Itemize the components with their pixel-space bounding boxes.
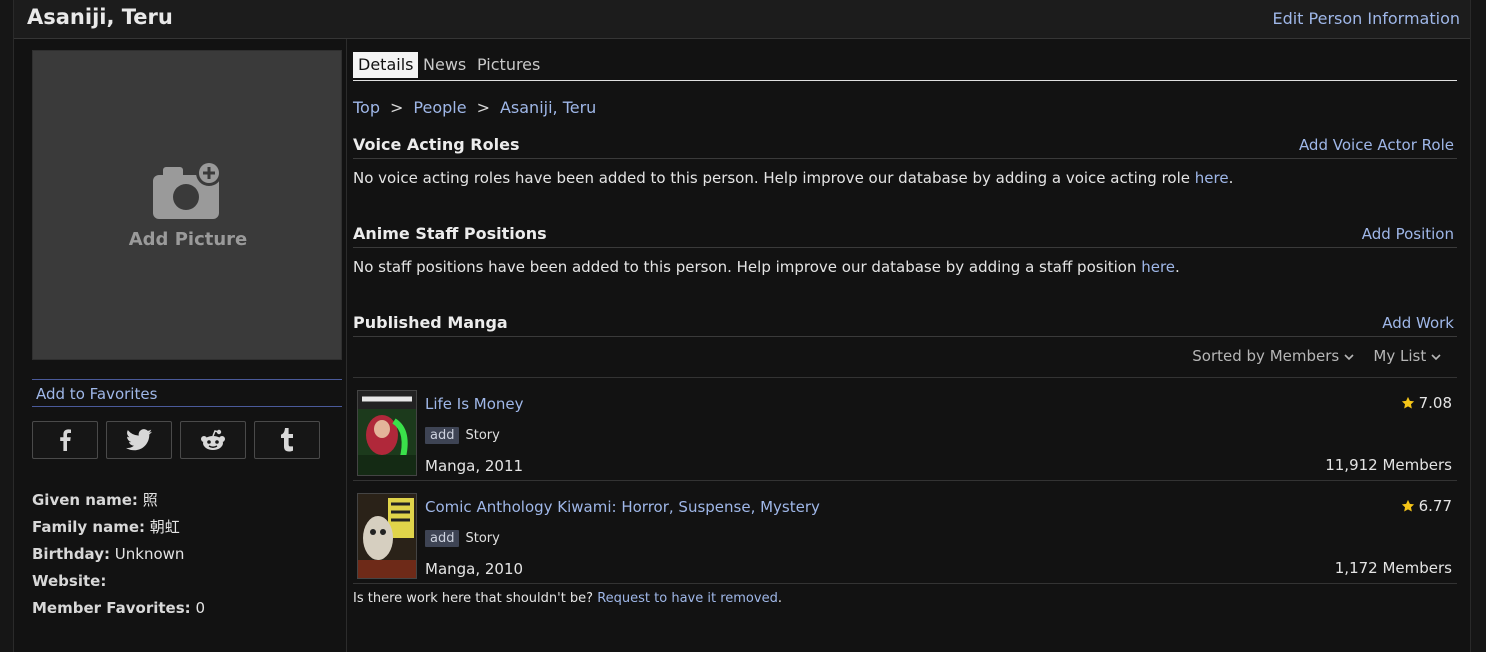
breadcrumb-top[interactable]: Top — [353, 98, 380, 117]
manga-title-link[interactable]: Life Is Money — [425, 395, 524, 413]
page-frame: Asaniji, Teru Edit Person Information Ad… — [13, 0, 1471, 652]
breadcrumb-people[interactable]: People — [413, 98, 466, 117]
breadcrumb-current[interactable]: Asaniji, Teru — [500, 98, 596, 117]
edit-person-link[interactable]: Edit Person Information — [1272, 9, 1460, 28]
staff-section-header: Anime Staff Positions Add Position — [353, 221, 1457, 248]
camera-add-icon — [153, 161, 222, 219]
voice-here-link[interactable]: here — [1195, 169, 1229, 187]
person-info: Given name: 照 Family name: 朝虹 Birthday: … — [32, 487, 342, 622]
add-to-list-button[interactable]: add — [425, 530, 460, 547]
manga-members: 11,912 Members — [1325, 456, 1452, 474]
add-picture-button[interactable]: Add Picture — [32, 50, 342, 360]
info-member-favorites: Member Favorites: 0 — [32, 599, 205, 617]
star-icon — [1401, 499, 1414, 512]
add-to-list-button[interactable]: add — [425, 427, 460, 444]
sort-dropdown[interactable]: Sorted by Members — [1192, 347, 1354, 365]
tab-pictures[interactable]: Pictures — [477, 52, 540, 78]
share-buttons — [32, 421, 342, 459]
tab-news[interactable]: News — [423, 52, 466, 78]
info-website: Website: — [32, 572, 107, 590]
staff-here-link[interactable]: here — [1141, 258, 1175, 276]
facebook-icon — [60, 429, 71, 451]
manga-score: 7.08 — [1401, 394, 1452, 412]
info-given-name: Given name: 照 — [32, 491, 158, 509]
voice-section-header: Voice Acting Roles Add Voice Actor Role — [353, 132, 1457, 159]
twitter-icon — [126, 429, 152, 451]
favorites-row: Add to Favorites — [32, 379, 342, 407]
cover-art — [358, 391, 416, 475]
reddit-icon — [201, 429, 225, 450]
manga-score: 6.77 — [1401, 497, 1452, 515]
manga-tags: add Story — [425, 427, 500, 444]
request-removal-link[interactable]: Request to have it removed — [597, 591, 778, 606]
sidebar: Add Picture Add to Favorites Given name:… — [32, 50, 342, 622]
tumblr-icon — [281, 428, 293, 452]
info-family-name: Family name: 朝虹 — [32, 518, 180, 536]
add-to-favorites-link[interactable]: Add to Favorites — [36, 385, 157, 403]
page-header: Asaniji, Teru Edit Person Information — [14, 0, 1470, 39]
add-position-link[interactable]: Add Position — [1362, 225, 1454, 243]
tumblr-share-button[interactable] — [254, 421, 320, 459]
add-picture-label: Add Picture — [128, 229, 248, 250]
manga-type-year: Manga, 2011 — [425, 457, 524, 475]
column-divider — [346, 39, 347, 652]
author-role: Story — [465, 428, 500, 443]
manga-sort-bar: Sorted by Members My List — [353, 337, 1457, 378]
manga-list-item: Comic Anthology Kiwami: Horror, Suspense… — [353, 481, 1457, 584]
manga-section-header: Published Manga Add Work — [353, 310, 1457, 337]
breadcrumb-separator: > — [476, 98, 490, 117]
manga-cover-image[interactable] — [357, 493, 417, 579]
chevron-down-icon — [1431, 354, 1441, 361]
facebook-share-button[interactable] — [32, 421, 98, 459]
author-role: Story — [465, 531, 500, 546]
reddit-share-button[interactable] — [180, 421, 246, 459]
info-birthday: Birthday: Unknown — [32, 545, 185, 563]
chevron-down-icon — [1344, 354, 1354, 361]
add-voice-role-link[interactable]: Add Voice Actor Role — [1299, 136, 1454, 154]
breadcrumb: Top > People > Asaniji, Teru — [353, 98, 1457, 120]
tab-details[interactable]: Details — [353, 52, 419, 78]
star-icon — [1401, 396, 1414, 409]
removal-request-note: Is there work here that shouldn't be? Re… — [353, 591, 782, 606]
page-title: Asaniji, Teru — [27, 5, 173, 29]
cover-art — [358, 494, 416, 578]
manga-cover-image[interactable] — [357, 390, 417, 476]
manga-list-item: Life Is Money add Story Manga, 2011 7.08… — [353, 378, 1457, 481]
breadcrumb-separator: > — [390, 98, 404, 117]
add-work-link[interactable]: Add Work — [1382, 314, 1454, 332]
manga-title-link[interactable]: Comic Anthology Kiwami: Horror, Suspense… — [425, 498, 820, 516]
staff-section-title: Anime Staff Positions — [353, 224, 547, 243]
manga-tags: add Story — [425, 530, 500, 547]
main-content: Details News Pictures Top > People > Asaniji… — [353, 50, 1457, 606]
voice-section-title: Voice Acting Roles — [353, 135, 520, 154]
twitter-share-button[interactable] — [106, 421, 172, 459]
manga-section-title: Published Manga — [353, 313, 508, 332]
my-list-dropdown[interactable]: My List — [1373, 347, 1441, 365]
staff-empty-message: No staff positions have been added to th… — [353, 258, 1180, 276]
manga-members: 1,172 Members — [1334, 559, 1452, 577]
voice-empty-message: No voice acting roles have been added to… — [353, 169, 1234, 187]
tab-bar: Details News Pictures — [353, 50, 1457, 81]
manga-type-year: Manga, 2010 — [425, 560, 524, 578]
